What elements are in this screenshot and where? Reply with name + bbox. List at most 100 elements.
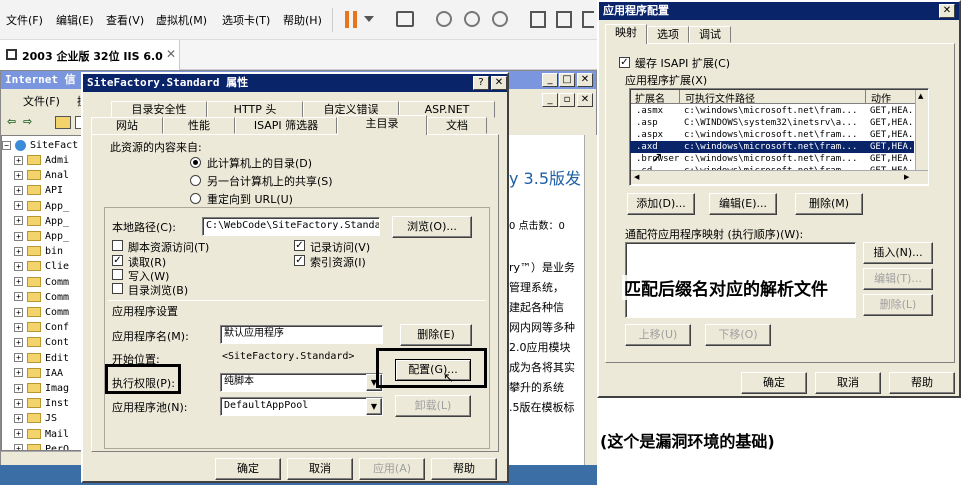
expand-icon[interactable]: +	[14, 185, 23, 195]
up-folder-icon[interactable]	[55, 116, 71, 129]
cb-dir-browse[interactable]	[112, 283, 123, 294]
cb-index[interactable]: ✓	[294, 255, 305, 266]
ok-button[interactable]: 确定	[215, 458, 281, 480]
pause-icon[interactable]	[345, 11, 357, 28]
tab-isapi-filters[interactable]: ISAPI 筛选器	[235, 117, 337, 134]
tab-documents[interactable]: 文档	[427, 117, 487, 134]
tree-root[interactable]: − SiteFact	[2, 138, 78, 153]
help-icon[interactable]: ?	[473, 76, 489, 90]
wildcard-delete-button[interactable]: 删除(L)	[863, 294, 933, 316]
expand-icon[interactable]: +	[14, 277, 23, 287]
tree-folder-item[interactable]: + Comm	[14, 290, 69, 305]
cb-log-visits[interactable]: ✓	[294, 240, 305, 251]
maximize-icon[interactable]: □	[559, 73, 575, 87]
collapse-icon[interactable]: −	[2, 140, 11, 150]
tab-performance[interactable]: 性能	[163, 117, 235, 134]
tree-folder-item[interactable]: + Mail	[14, 427, 69, 442]
cb-cache-isapi[interactable]: ✓	[619, 57, 630, 68]
ok-button[interactable]: 确定	[741, 372, 807, 394]
expand-icon[interactable]: +	[14, 322, 23, 332]
table-row[interactable]: .aspx c:\windows\microsoft.net\fram... GET…	[630, 129, 924, 141]
fullscreen-icon[interactable]	[582, 11, 594, 28]
tree-folder-item[interactable]: + Imag	[14, 381, 69, 396]
tree-folder-item[interactable]: + PerO	[14, 442, 69, 450]
cb-read[interactable]: ✓	[112, 255, 123, 266]
tab-http-headers[interactable]: HTTP 头	[207, 101, 303, 118]
expand-icon[interactable]: +	[14, 201, 23, 211]
expand-icon[interactable]: +	[14, 216, 23, 226]
menu-help[interactable]: 帮助(H)	[283, 12, 322, 28]
menu-vm[interactable]: 虚拟机(M)	[156, 12, 207, 28]
app-name-field[interactable]: 默认应用程序	[220, 325, 383, 344]
remove-app-button[interactable]: 删除(E)	[400, 324, 472, 346]
expand-icon[interactable]: +	[14, 383, 23, 393]
tree-folder-item[interactable]: + App_	[14, 214, 69, 229]
expand-icon[interactable]: +	[14, 353, 23, 363]
unload-button[interactable]: 卸载(L)	[395, 395, 471, 417]
col-verb[interactable]: 动作	[871, 90, 891, 105]
tree-folder-item[interactable]: + API	[14, 183, 63, 198]
col-ext[interactable]: 扩展名	[635, 90, 665, 105]
menu-tabs[interactable]: 选项卡(T)	[222, 12, 270, 28]
tab-website[interactable]: 网站	[91, 117, 163, 134]
tree-folder-item[interactable]: + App_	[14, 229, 69, 244]
expand-icon[interactable]: +	[14, 337, 23, 347]
cancel-button[interactable]: 取消	[287, 458, 353, 480]
expand-icon[interactable]: +	[14, 398, 23, 408]
tree-folder-item[interactable]: + Inst	[14, 396, 69, 411]
insert-button[interactable]: 插入(N)...	[863, 242, 933, 264]
minimize-icon[interactable]: _	[542, 93, 558, 107]
move-down-button[interactable]: 下移(O)	[705, 324, 771, 346]
back-icon[interactable]: ⇦	[7, 115, 16, 128]
col-path[interactable]: 可执行文件路径	[685, 90, 755, 105]
cancel-button[interactable]: 取消	[815, 372, 881, 394]
expand-icon[interactable]: +	[14, 292, 23, 302]
iis-menu-file[interactable]: 文件(F)	[23, 93, 60, 109]
tree-folder-item[interactable]: + bin	[14, 244, 63, 259]
list-hscrollbar[interactable]	[631, 170, 928, 184]
radio-redirect[interactable]	[190, 193, 201, 204]
apply-button[interactable]: 应用(A)	[359, 458, 425, 480]
radio-share[interactable]	[190, 175, 201, 186]
expand-icon[interactable]: +	[14, 307, 23, 317]
chevron-right-icon[interactable]: ▶	[904, 173, 909, 181]
expand-icon[interactable]: +	[14, 261, 23, 271]
web-vscrollbar[interactable]	[584, 135, 597, 465]
minimize-icon[interactable]: _	[542, 73, 558, 87]
chevron-down-icon[interactable]	[364, 16, 374, 22]
tree-folder-item[interactable]: + Admi	[14, 153, 69, 168]
tab-debugging[interactable]: 调试	[689, 26, 731, 43]
tree-folder-item[interactable]: + IAA	[14, 366, 63, 381]
table-row[interactable]: .browser c:\windows\microsoft.net\fram...…	[630, 153, 924, 165]
tree-folder-item[interactable]: + JS	[14, 411, 57, 426]
expand-icon[interactable]: +	[14, 155, 23, 165]
tree-folder-item[interactable]: + Edit	[14, 351, 69, 366]
expand-icon[interactable]: +	[14, 231, 23, 241]
table-row[interactable]: .asp C:\WINDOWS\system32\inetsrv\a... GET,…	[630, 117, 924, 129]
close-icon[interactable]: ✕	[166, 47, 176, 61]
help-button[interactable]: 帮助	[889, 372, 955, 394]
forward-icon[interactable]: ⇨	[23, 115, 32, 128]
manage-snapshot-icon[interactable]	[492, 11, 508, 27]
vm-tab[interactable]: 2003 企业版 32位 IIS 6.0 ... ✕	[0, 40, 180, 77]
close-icon[interactable]: ✕	[577, 93, 593, 107]
close-icon[interactable]: ✕	[491, 76, 507, 90]
expand-icon[interactable]: +	[14, 368, 23, 378]
list-vscrollbar[interactable]	[915, 90, 928, 170]
expand-icon[interactable]: +	[14, 246, 23, 256]
radio-local-dir[interactable]	[190, 157, 201, 168]
menu-view[interactable]: 查看(V)	[106, 12, 144, 28]
snapshot-icon[interactable]	[436, 11, 452, 27]
send-keys-icon[interactable]	[396, 11, 414, 27]
revert-icon[interactable]	[464, 11, 480, 27]
help-button[interactable]: 帮助	[431, 458, 497, 480]
tab-options[interactable]: 选项	[647, 26, 689, 43]
close-icon[interactable]: ✕	[577, 73, 593, 87]
edit-button[interactable]: 编辑(E)...	[709, 193, 777, 215]
sidebar-toggle-icon[interactable]	[530, 11, 546, 28]
table-row[interactable]: .asmx c:\windows\microsoft.net\fram... GET…	[630, 105, 924, 117]
menu-file[interactable]: 文件(F)	[6, 12, 43, 28]
expand-icon[interactable]: +	[14, 413, 23, 423]
move-up-button[interactable]: 上移(U)	[625, 324, 691, 346]
exec-permissions-select[interactable]: 纯脚本	[220, 373, 383, 392]
